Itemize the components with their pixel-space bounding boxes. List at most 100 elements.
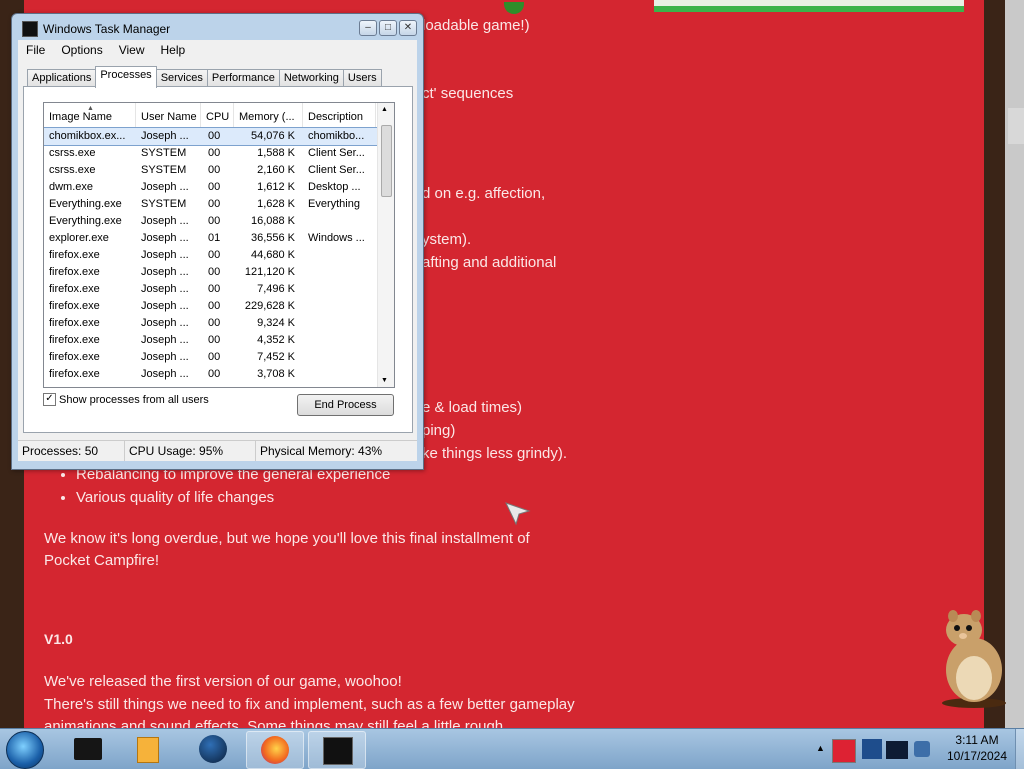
column-image-name[interactable]: ▲ Image Name (44, 103, 136, 127)
cell-memory: 9,324 K (257, 317, 295, 329)
cell-description (303, 247, 376, 264)
page-header-green-bar (654, 6, 964, 12)
cell-description (303, 349, 376, 366)
taskbar-clock[interactable]: 3:11 AM 10/17/2024 (937, 732, 1017, 764)
cell-memory: 1,628 K (257, 198, 295, 210)
taskbar-app-task-manager[interactable] (308, 731, 366, 769)
table-row[interactable]: Everything.exe SYSTEM 00 1,628 K Everything (44, 196, 394, 213)
volume-icon[interactable] (914, 741, 930, 757)
cell-user-name: SYSTEM (141, 147, 187, 159)
firefox-icon (261, 736, 289, 764)
list-scrollbar-thumb[interactable] (381, 125, 392, 197)
page-text-line: d on e.g. affection, (422, 185, 546, 202)
cell-image-name: Everything.exe (49, 198, 122, 210)
cell-memory: 2,160 K (257, 164, 295, 176)
table-row[interactable]: firefox.exe Joseph ... 00 4,352 K (44, 332, 394, 349)
table-row[interactable]: firefox.exe Joseph ... 00 7,452 K (44, 349, 394, 366)
cell-cpu: 00 (208, 283, 221, 295)
table-row[interactable]: firefox.exe Joseph ... 00 121,120 K (44, 264, 394, 281)
tray-app-icon[interactable] (832, 739, 856, 763)
menu-view[interactable]: View (111, 40, 153, 60)
menu-bar: File Options View Help (18, 40, 417, 60)
show-desktop-button[interactable] (1015, 729, 1024, 769)
cell-memory: 4,352 K (257, 334, 295, 346)
show-all-users-option[interactable]: ✓ Show processes from all users (43, 393, 209, 406)
cell-image-name: firefox.exe (49, 317, 100, 329)
cell-cpu: 00 (208, 317, 221, 329)
table-row[interactable]: firefox.exe Joseph ... 00 9,324 K (44, 315, 394, 332)
cell-image-name: Everything.exe (49, 215, 122, 227)
column-memory[interactable]: Memory (... (234, 103, 303, 127)
taskbar-app-globe[interactable] (185, 731, 241, 767)
minimize-icon[interactable]: – (359, 20, 377, 36)
task-manager-window[interactable]: Windows Task Manager – □ ✕ File Options … (11, 13, 424, 470)
taskbar-app-firefox[interactable] (246, 731, 304, 769)
cell-description (303, 213, 376, 230)
tray-network-icon[interactable] (862, 739, 882, 759)
menu-options[interactable]: Options (53, 40, 110, 60)
table-row[interactable]: csrss.exe SYSTEM 00 2,160 K Client Ser... (44, 162, 394, 179)
cell-image-name: firefox.exe (49, 266, 100, 278)
table-row[interactable]: csrss.exe SYSTEM 00 1,588 K Client Ser... (44, 145, 394, 162)
column-cpu[interactable]: CPU (201, 103, 234, 127)
cell-cpu: 00 (208, 266, 221, 278)
page-text-line: ystem). (422, 231, 472, 248)
column-user-name[interactable]: User Name (136, 103, 201, 127)
cell-description: Windows ... (308, 232, 365, 244)
cell-cpu: 00 (208, 147, 221, 159)
page-text-line: ke things less grindy). (422, 445, 568, 462)
menu-file[interactable]: File (18, 40, 53, 60)
end-process-button[interactable]: End Process (297, 394, 394, 416)
show-all-users-checkbox[interactable]: ✓ (43, 393, 56, 406)
cell-image-name: firefox.exe (49, 351, 100, 363)
table-row[interactable]: explorer.exe Joseph ... 01 36,556 K Windows … (44, 230, 394, 247)
cell-image-name: firefox.exe (49, 283, 100, 295)
cell-user-name: Joseph ... (141, 351, 189, 363)
cell-user-name: Joseph ... (141, 368, 189, 380)
cell-memory: 44,680 K (250, 249, 295, 261)
cell-description (303, 281, 376, 298)
page-text-line: loadable game!) (422, 17, 530, 34)
sort-arrow-icon: ▲ (87, 105, 94, 112)
cell-cpu: 00 (208, 249, 221, 261)
table-row[interactable]: firefox.exe Joseph ... 00 7,496 K (44, 281, 394, 298)
clock-date: 10/17/2024 (946, 749, 1008, 763)
column-description[interactable]: Description (303, 103, 376, 127)
maximize-icon[interactable]: □ (379, 20, 397, 36)
start-button[interactable] (6, 731, 44, 769)
table-row[interactable]: chomikbox.ex... Joseph ... 00 54,076 K chomi… (44, 127, 394, 146)
page-text-line: ct' sequences (422, 85, 514, 102)
table-row[interactable]: firefox.exe Joseph ... 00 44,680 K (44, 247, 394, 264)
tray-monitor-icon[interactable] (886, 741, 908, 759)
list-scrollbar[interactable]: ▲ ▼ (377, 103, 394, 387)
process-list[interactable]: ▲ Image Name User Name CPU Memory (... De… (43, 102, 395, 388)
taskbar-app-black[interactable] (60, 731, 116, 767)
taskbar: ▲ 3:11 AM 10/17/2024 (0, 728, 1024, 769)
cell-cpu: 01 (208, 232, 221, 244)
cell-memory: 1,612 K (257, 181, 295, 193)
cell-cpu: 00 (208, 334, 221, 346)
cell-user-name: Joseph ... (141, 283, 189, 295)
cell-cpu: 00 (208, 164, 221, 176)
page-paragraph: We know it's long overdue, but we hope y… (44, 530, 530, 547)
window-title: Windows Task Manager (22, 21, 170, 37)
table-row[interactable]: firefox.exe Joseph ... 00 3,708 K (44, 366, 394, 383)
scroll-down-icon[interactable]: ▼ (381, 377, 388, 384)
page-scrollbar-thumb[interactable] (1008, 108, 1024, 144)
task-manager-icon (323, 737, 353, 765)
taskbar-app-media[interactable] (120, 731, 176, 767)
cell-memory: 54,076 K (250, 130, 295, 142)
cell-image-name: firefox.exe (49, 334, 100, 346)
cell-image-name: csrss.exe (49, 164, 96, 176)
table-row[interactable]: firefox.exe Joseph ... 00 229,628 K (44, 298, 394, 315)
page-paragraph: There's still things we need to fix and … (44, 696, 575, 713)
scroll-up-icon[interactable]: ▲ (381, 106, 388, 113)
show-hidden-icons-icon[interactable]: ▲ (816, 743, 825, 753)
cell-user-name: Joseph ... (141, 334, 189, 346)
tab-processes[interactable]: Processes (95, 66, 157, 88)
close-icon[interactable]: ✕ (399, 20, 417, 36)
cell-image-name: firefox.exe (49, 300, 100, 312)
table-row[interactable]: Everything.exe Joseph ... 00 16,088 K (44, 213, 394, 230)
table-row[interactable]: dwm.exe Joseph ... 00 1,612 K Desktop ... (44, 179, 394, 196)
menu-help[interactable]: Help (153, 40, 194, 60)
